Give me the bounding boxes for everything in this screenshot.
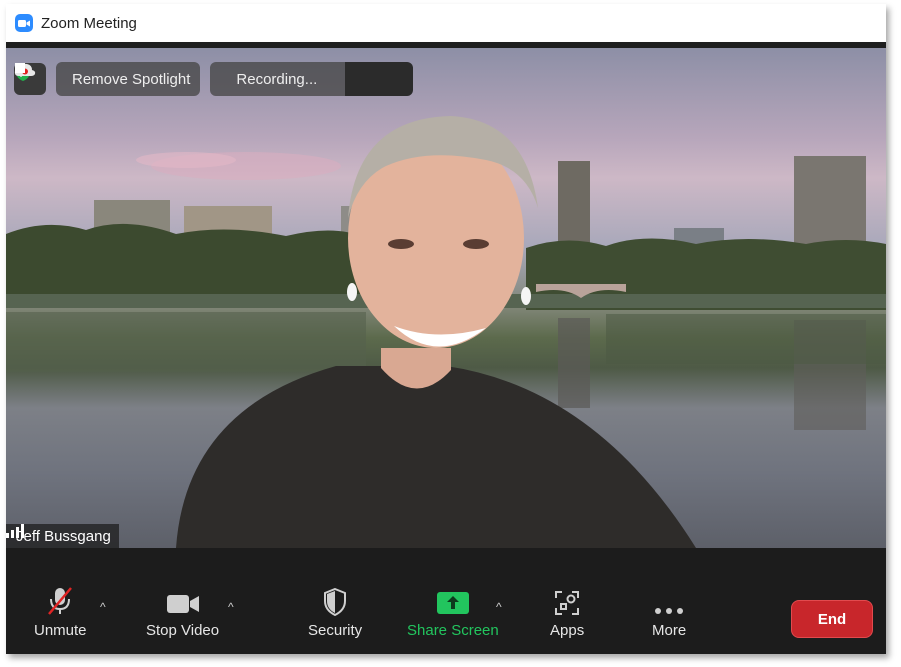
participant-name: Jeff Bussgang <box>16 527 111 545</box>
security-button[interactable]: Security <box>308 586 362 639</box>
stop-recording-button[interactable] <box>15 62 413 96</box>
audio-options-caret-icon[interactable]: ^ <box>100 600 106 614</box>
apps-label: Apps <box>550 622 585 639</box>
security-label: Security <box>308 622 363 639</box>
zoom-camera-icon <box>15 14 33 32</box>
apps-button[interactable]: Apps <box>550 586 584 639</box>
remove-spotlight-button[interactable]: Remove Spotlight <box>16 62 201 96</box>
more-button[interactable]: More <box>652 586 686 639</box>
share-screen-button[interactable]: Share Screen <box>407 586 499 639</box>
virtual-background-scene <box>6 116 886 548</box>
recording-status: Recording... <box>14 62 346 96</box>
stop-video-label: Stop Video <box>146 622 220 639</box>
apps-grid-icon <box>554 586 580 616</box>
window-title: Zoom Meeting <box>41 14 137 32</box>
unmute-label: Unmute <box>34 622 87 639</box>
zoom-window: Zoom Meeting Remove Spotlight Recording.… <box>6 4 886 654</box>
meeting-toolbar: Unmute ^ Stop Video ^ Security Share Scr… <box>6 548 886 654</box>
recording-controls: Recording... <box>14 62 414 96</box>
more-dots-icon <box>654 586 684 616</box>
share-screen-label: Share Screen <box>407 622 499 639</box>
end-meeting-button[interactable]: End <box>791 600 873 638</box>
pause-recording-button[interactable] <box>15 62 379 96</box>
participant-name-tag: Jeff Bussgang <box>6 524 119 548</box>
muted-microphone-icon <box>45 586 75 616</box>
video-options-caret-icon[interactable]: ^ <box>228 600 234 614</box>
share-options-caret-icon[interactable]: ^ <box>496 600 502 614</box>
video-camera-icon <box>166 586 200 616</box>
more-label: More <box>652 622 687 639</box>
recording-label: Recording... <box>236 70 318 88</box>
unmute-button[interactable]: Unmute <box>34 586 87 639</box>
stop-video-button[interactable]: Stop Video <box>146 586 219 639</box>
share-screen-arrow-icon <box>436 586 469 616</box>
video-feed[interactable]: Remove Spotlight Recording... Jeff Bussg… <box>6 48 886 548</box>
recording-buttons <box>15 62 414 96</box>
security-shield-icon <box>323 586 347 616</box>
title-bar: Zoom Meeting <box>6 4 886 42</box>
meeting-overlay-bar: Remove Spotlight Recording... <box>14 62 414 96</box>
end-label: End <box>817 610 847 628</box>
remove-spotlight-label: Remove Spotlight <box>72 70 191 88</box>
